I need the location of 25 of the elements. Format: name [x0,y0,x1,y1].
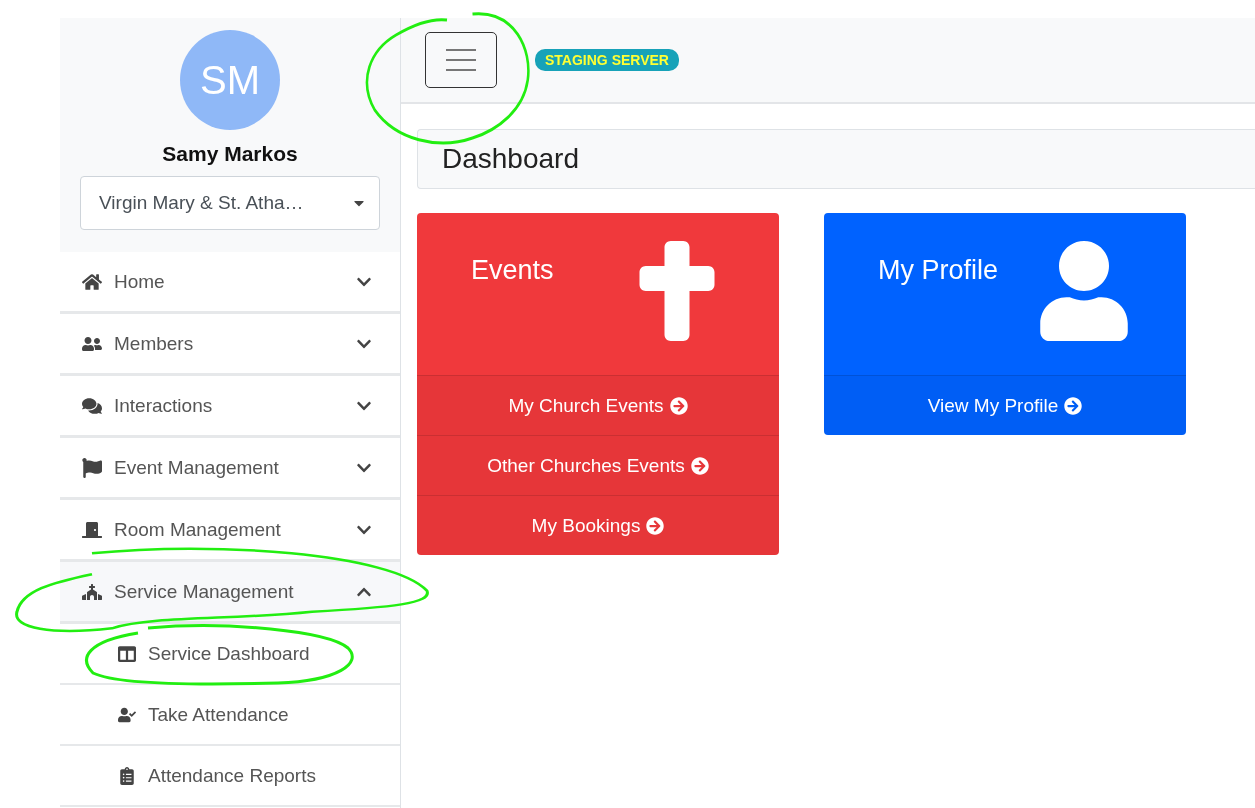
door-icon [82,519,102,540]
card-title: Events [471,255,554,286]
user-avatar: SM [180,30,280,130]
card-link[interactable]: My Church Events [417,375,779,435]
menu-button[interactable] [425,32,497,88]
user-check-icon [118,705,136,724]
home-icon [82,271,102,292]
sidebar-item[interactable]: Service Management [60,562,400,624]
arrow-right-icon [669,396,688,415]
church-icon [82,581,102,602]
board-icon [118,644,136,663]
server-badge: STAGING SERVER [535,49,679,71]
clipboard-icon [118,766,136,785]
flag-icon [82,457,102,478]
arrow-right-icon [646,516,665,535]
arrow-right-icon [1064,396,1083,415]
card-link[interactable]: View My Profile [824,375,1186,435]
user-name: Samy Markos [162,142,298,166]
card-title: My Profile [878,255,999,286]
card-link[interactable]: My Bookings [417,495,779,555]
arrow-right-icon [690,456,709,475]
church-select[interactable]: Virgin Mary & St. Atha… [80,176,380,230]
chat-icon [82,395,102,416]
card-link[interactable]: Other Churches Events [417,435,779,495]
page-title: Dashboard [417,129,1255,189]
